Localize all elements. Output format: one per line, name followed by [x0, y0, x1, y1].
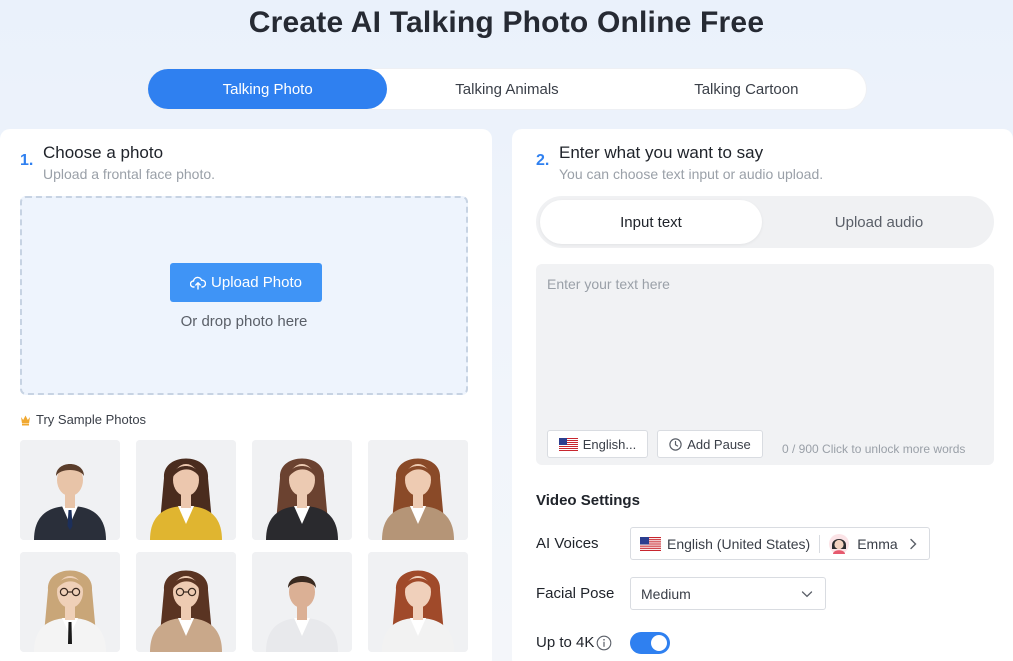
page-title: Create AI Talking Photo Online Free	[248, 6, 765, 39]
tab-input-text[interactable]: Input text	[540, 200, 762, 244]
clock-icon	[669, 437, 682, 451]
sample-photo-7[interactable]	[252, 552, 352, 652]
resolution-toggle[interactable]	[630, 632, 670, 654]
tab-upload-audio[interactable]: Upload audio	[768, 200, 990, 244]
script-panel: 2. Enter what you want to say You can ch…	[512, 129, 1013, 661]
ai-voice-selector[interactable]: English (United States) Emma	[630, 527, 930, 560]
facial-pose-value: Medium	[641, 585, 691, 602]
person-portrait-icon	[368, 440, 468, 540]
sample-photo-6[interactable]	[136, 552, 236, 652]
person-portrait-icon	[368, 552, 468, 652]
add-pause-button[interactable]: Add Pause	[657, 430, 763, 458]
language-button[interactable]: English...	[547, 430, 648, 458]
person-portrait-icon	[20, 440, 120, 540]
info-icon[interactable]	[596, 635, 612, 651]
step-1-number: 1.	[20, 152, 34, 169]
upload-photo-label: Upload Photo	[211, 274, 302, 291]
word-count-info: 0 / 900 Click to unlock more words	[782, 442, 965, 456]
input-mode-toggle: Input text Upload audio	[536, 196, 994, 248]
resolution-label: Up to 4K	[536, 634, 595, 651]
sample-photo-1[interactable]	[20, 440, 120, 540]
person-portrait-icon	[252, 440, 352, 540]
chevron-right-icon	[910, 538, 917, 549]
person-portrait-icon	[20, 552, 120, 652]
choose-photo-panel: 1. Choose a photo Upload a frontal face …	[0, 129, 492, 661]
us-flag-icon	[558, 437, 578, 451]
person-portrait-icon	[252, 552, 352, 652]
photo-dropzone[interactable]: Upload Photo Or drop photo here	[20, 196, 468, 395]
voice-name: Emma	[857, 535, 898, 552]
sample-photo-4[interactable]	[368, 440, 468, 540]
feature-tabs: Talking Photo Talking Animals Talking Ca…	[148, 69, 866, 109]
facial-pose-select[interactable]: Medium	[630, 577, 826, 610]
tab-talking-cartoon[interactable]: Talking Cartoon	[627, 69, 866, 109]
sample-photos-header: Try Sample Photos	[20, 412, 146, 427]
step-1-title: Choose a photo	[43, 143, 164, 162]
cloud-upload-icon	[190, 276, 207, 290]
step-1-subtitle: Upload a frontal face photo.	[43, 166, 216, 182]
add-pause-label: Add Pause	[687, 436, 751, 452]
language-button-label: English...	[582, 436, 637, 452]
sample-photos-label: Try Sample Photos	[36, 412, 147, 427]
sample-photo-3[interactable]	[252, 440, 352, 540]
sample-photo-5[interactable]	[20, 552, 120, 652]
tab-talking-animals[interactable]: Talking Animals	[387, 69, 626, 109]
step-2-title: Enter what you want to say	[559, 143, 764, 162]
voice-avatar	[829, 533, 850, 554]
sample-photo-8[interactable]	[368, 552, 468, 652]
ai-voices-label: AI Voices	[536, 535, 599, 552]
word-count: 0 / 900	[782, 442, 819, 456]
facial-pose-label: Facial Pose	[536, 585, 615, 602]
person-portrait-icon	[136, 440, 236, 540]
toggle-knob	[651, 635, 667, 651]
upload-photo-button[interactable]: Upload Photo	[170, 263, 322, 302]
chevron-down-icon	[801, 590, 813, 597]
tab-talking-photo[interactable]: Talking Photo	[148, 69, 388, 109]
step-2-subtitle: You can choose text input or audio uploa…	[559, 166, 824, 182]
drop-photo-hint: Or drop photo here	[180, 313, 308, 330]
voice-divider	[819, 534, 821, 553]
unlock-words-link[interactable]: Click to unlock more words	[822, 442, 965, 456]
video-settings-title: Video Settings	[536, 492, 640, 509]
us-flag-icon	[640, 536, 661, 551]
person-portrait-icon	[136, 552, 236, 652]
step-2-number: 2.	[536, 152, 550, 169]
sample-photo-2[interactable]	[136, 440, 236, 540]
crown-icon	[21, 415, 30, 425]
voice-language: English (United States)	[667, 535, 811, 552]
resolution-row-label: Up to 4K	[536, 634, 612, 651]
